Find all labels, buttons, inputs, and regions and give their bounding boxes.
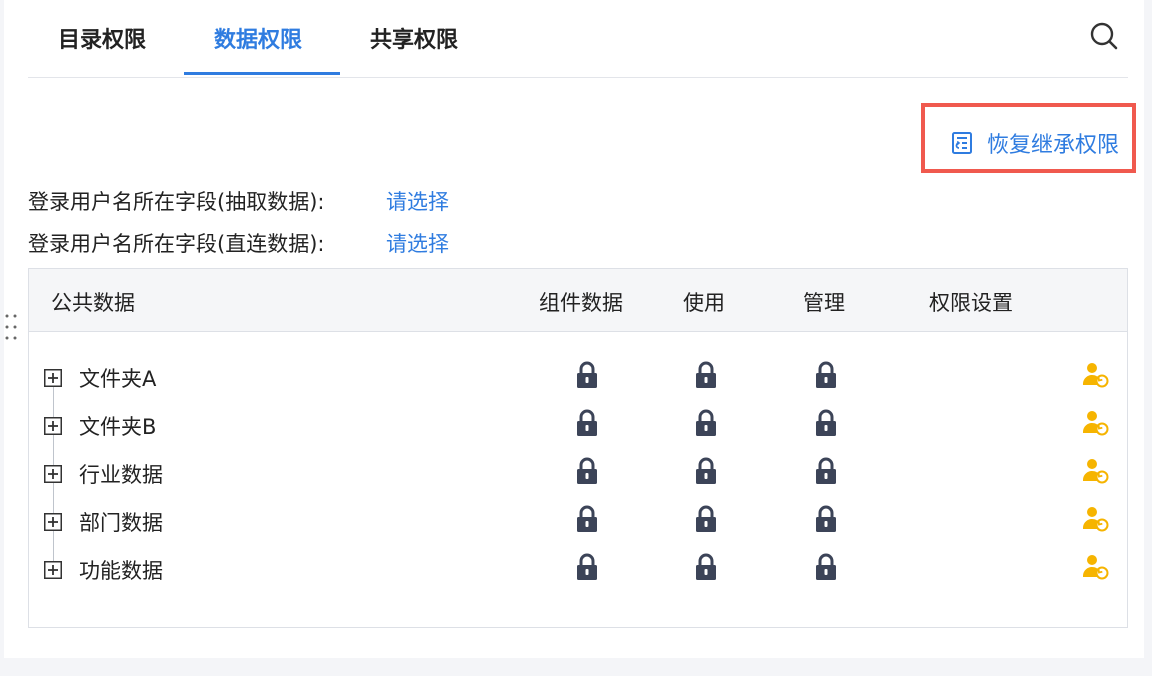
column-header-permission-settings: 权限设置: [929, 291, 1013, 315]
user-reset-permission-icon[interactable]: [1082, 553, 1110, 581]
expand-icon[interactable]: [44, 369, 62, 387]
lock-icon[interactable]: [575, 505, 599, 533]
bottom-bar: [0, 658, 1152, 676]
tree-node-label[interactable]: 行业数据: [79, 459, 163, 489]
user-reset-permission-icon[interactable]: [1082, 457, 1110, 485]
field-select-direct[interactable]: 请选择: [386, 228, 449, 258]
tab-bar: 目录权限 数据权限 共享权限: [28, 0, 1128, 78]
tree-connector-line: [53, 387, 54, 417]
expand-icon[interactable]: [44, 513, 62, 531]
column-header-public-data: 公共数据: [51, 291, 135, 315]
column-header-use: 使用: [683, 291, 725, 315]
search-icon: [1090, 22, 1118, 50]
active-tab-indicator: [184, 72, 340, 75]
tab-catalog-permission[interactable]: 目录权限: [58, 22, 146, 54]
field-label-direct: 登录用户名所在字段(直连数据):: [28, 232, 325, 256]
restore-highlight-box: 恢复继承权限: [921, 103, 1136, 173]
column-header-component-data: 组件数据: [539, 291, 623, 315]
expand-icon[interactable]: [44, 417, 62, 435]
tree-connector-line: [53, 435, 54, 465]
lock-icon[interactable]: [694, 361, 718, 389]
lock-icon[interactable]: [575, 361, 599, 389]
field-select-extract[interactable]: 请选择: [386, 186, 449, 216]
field-row-direct: 登录用户名所在字段(直连数据): 请选择: [28, 228, 449, 258]
lock-icon[interactable]: [814, 553, 838, 581]
tree-node-label[interactable]: 文件夹A: [79, 363, 156, 393]
tree-node-label[interactable]: 部门数据: [79, 507, 163, 537]
drag-handle-icon[interactable]: [4, 312, 18, 342]
search-button[interactable]: [1088, 20, 1120, 52]
table-row: 功能数据: [29, 553, 1127, 609]
lock-icon[interactable]: [575, 457, 599, 485]
tree-node-label[interactable]: 文件夹B: [79, 411, 156, 441]
lock-icon[interactable]: [694, 553, 718, 581]
user-reset-permission-icon[interactable]: [1082, 409, 1110, 437]
field-row-extract: 登录用户名所在字段(抽取数据): 请选择: [28, 186, 449, 216]
restore-inherit-label: 恢复继承权限: [987, 133, 1120, 158]
lock-icon[interactable]: [575, 409, 599, 437]
expand-icon[interactable]: [44, 561, 62, 579]
lock-icon[interactable]: [694, 409, 718, 437]
lock-icon[interactable]: [814, 457, 838, 485]
column-header-manage: 管理: [803, 291, 845, 315]
tree-node-label[interactable]: 功能数据: [79, 555, 163, 585]
field-label-extract: 登录用户名所在字段(抽取数据):: [28, 190, 325, 214]
lock-icon[interactable]: [694, 505, 718, 533]
restore-inherit-button[interactable]: 恢复继承权限: [949, 127, 1119, 159]
permission-table: 公共数据 组件数据 使用 管理 权限设置 文件夹A 文件夹B 行业数据部门数据功能数…: [28, 268, 1128, 628]
tab-data-permission[interactable]: 数据权限: [214, 22, 302, 54]
lock-icon[interactable]: [814, 505, 838, 533]
lock-icon[interactable]: [814, 361, 838, 389]
tree-connector-line: [53, 531, 54, 561]
tree-connector-line: [53, 483, 54, 513]
lock-icon[interactable]: [694, 457, 718, 485]
tab-share-permission[interactable]: 共享权限: [370, 22, 458, 54]
lock-icon[interactable]: [575, 553, 599, 581]
permission-panel: 目录权限 数据权限 共享权限 恢复继承权限 登录用户名所在字段(抽取数据): 请…: [4, 0, 1144, 658]
user-reset-permission-icon[interactable]: [1082, 361, 1110, 389]
user-reset-permission-icon[interactable]: [1082, 505, 1110, 533]
document-refresh-icon: [952, 132, 972, 154]
lock-icon[interactable]: [814, 409, 838, 437]
expand-icon[interactable]: [44, 465, 62, 483]
table-header: 公共数据 组件数据 使用 管理 权限设置: [29, 269, 1127, 332]
